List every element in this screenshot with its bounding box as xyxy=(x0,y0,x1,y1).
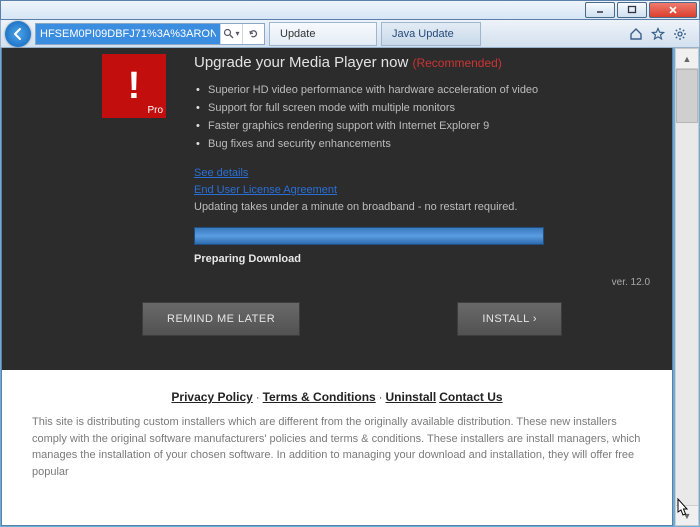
disclaimer-text: This site is distributing custom install… xyxy=(32,414,642,480)
search-icon xyxy=(223,28,234,39)
back-button[interactable] xyxy=(5,21,31,47)
see-details-link[interactable]: See details xyxy=(194,165,652,182)
privacy-link[interactable]: Privacy Policy xyxy=(171,390,252,404)
terms-link[interactable]: Terms & Conditions xyxy=(263,390,376,404)
tools-button[interactable] xyxy=(673,27,687,41)
scroll-up-button[interactable]: ▲ xyxy=(676,49,698,69)
recommended-label: (Recommended) xyxy=(412,56,501,70)
star-icon xyxy=(651,27,665,41)
feature-item: Superior HD video performance with hardw… xyxy=(194,81,652,99)
action-row: REMIND ME LATER INSTALL › xyxy=(2,288,672,350)
url-input[interactable] xyxy=(36,24,220,44)
version-label: ver. 12.0 xyxy=(2,275,672,288)
vertical-scrollbar[interactable]: ▲ ▼ xyxy=(675,48,699,526)
favorites-button[interactable] xyxy=(651,27,665,41)
close-button[interactable] xyxy=(649,2,697,18)
page-viewport: ! Pro Upgrade your Media Player now (Rec… xyxy=(1,48,673,526)
feature-list: Superior HD video performance with hardw… xyxy=(194,81,652,153)
contact-link[interactable]: Contact Us xyxy=(439,390,502,404)
feature-item: Faster graphics rendering support with I… xyxy=(194,117,652,135)
refresh-icon xyxy=(248,28,259,39)
footer-links: Privacy Policy · Terms & Conditions · Un… xyxy=(32,390,642,404)
refresh-button[interactable] xyxy=(242,24,264,44)
progress-bar xyxy=(194,227,544,245)
address-bar: ▾ xyxy=(35,23,265,45)
install-button[interactable]: INSTALL › xyxy=(457,302,562,336)
upgrade-heading: Upgrade your Media Player now (Recommend… xyxy=(194,54,652,71)
gear-icon xyxy=(673,27,687,41)
minimize-button[interactable] xyxy=(585,2,615,18)
uninstall-link[interactable]: Uninstall xyxy=(386,390,437,404)
eula-link[interactable]: End User License Agreement xyxy=(194,182,652,199)
pro-label: Pro xyxy=(147,105,163,116)
arrow-left-icon xyxy=(11,27,25,41)
home-icon xyxy=(629,27,643,41)
home-button[interactable] xyxy=(629,27,643,41)
tab-java-update[interactable]: Java Update xyxy=(381,22,481,46)
remind-later-button[interactable]: REMIND ME LATER xyxy=(142,302,300,336)
scroll-down-button[interactable]: ▼ xyxy=(676,505,698,525)
exclamation-icon: ! xyxy=(128,67,141,105)
maximize-button[interactable] xyxy=(617,2,647,18)
feature-item: Bug fixes and security enhancements xyxy=(194,135,652,153)
progress-status: Preparing Download xyxy=(194,253,652,265)
scroll-thumb[interactable] xyxy=(676,69,698,123)
heading-text: Upgrade your Media Player now xyxy=(194,54,408,71)
feature-item: Support for full screen mode with multip… xyxy=(194,99,652,117)
toolbar-right xyxy=(621,27,695,41)
browser-toolbar: ▾ Update Java Update xyxy=(0,20,700,48)
alert-badge: ! Pro xyxy=(102,54,166,118)
tab-label: Java Update xyxy=(392,28,454,40)
search-button[interactable]: ▾ xyxy=(220,24,242,44)
footer-section: Privacy Policy · Terms & Conditions · Un… xyxy=(2,370,672,520)
window-controls xyxy=(585,2,697,18)
tab-label: Update xyxy=(280,28,315,40)
tab-update[interactable]: Update xyxy=(269,22,377,46)
update-note: Updating takes under a minute on broadba… xyxy=(194,201,652,213)
upgrade-panel: ! Pro Upgrade your Media Player now (Rec… xyxy=(2,48,672,370)
window-titlebar xyxy=(0,0,700,20)
